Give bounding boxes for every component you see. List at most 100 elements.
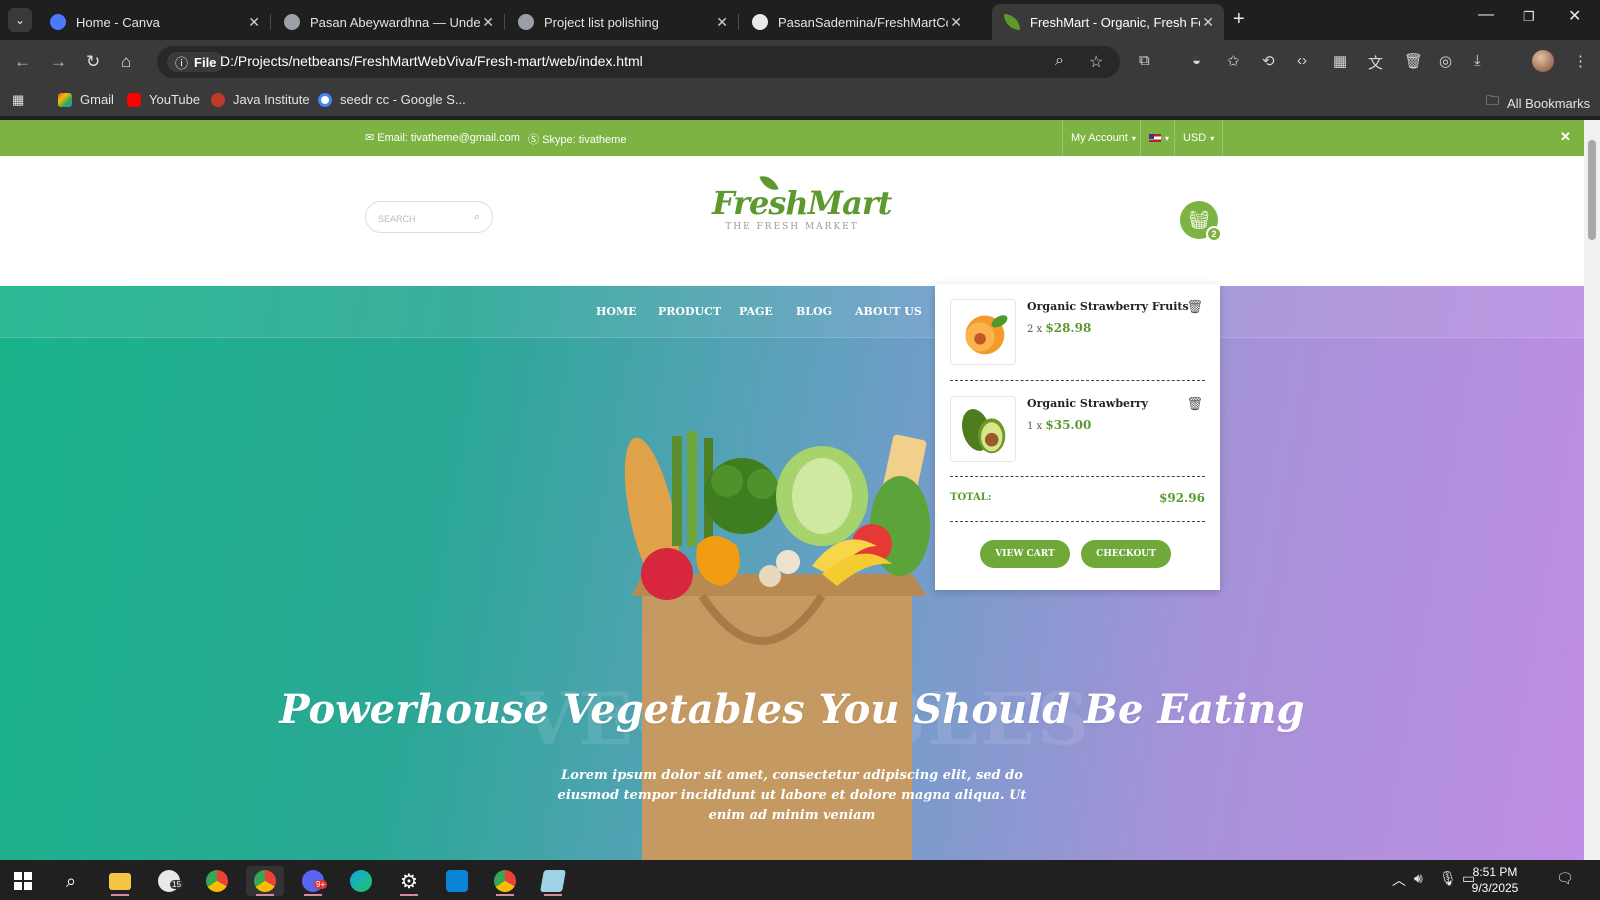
browser-tab-active[interactable]: FreshMart - Organic, Fresh Food ✕ [992,4,1224,40]
microphone-icon[interactable]: 🎙︎ [1439,870,1457,887]
cart-dropdown: Organic Strawberry Fruits 2 x $28.98 🗑︎ … [935,284,1220,590]
apricot-image[interactable] [950,299,1016,365]
start-button[interactable] [4,866,42,896]
info-icon: ⓘ [175,55,189,71]
file-label: File [194,54,217,70]
bookmark-star-icon[interactable]: ☆ [1089,52,1103,72]
trash-icon[interactable]: 🗑︎ [1186,299,1203,315]
settings-icon[interactable]: ⚙ [390,866,428,896]
vscode-icon[interactable] [438,866,476,896]
nav-page[interactable]: PAGE [739,305,773,318]
search-input[interactable]: SEARCH ⌕ [365,201,493,233]
download-icon[interactable]: ⤓ [1474,52,1481,69]
reload-icon[interactable]: ↻ [86,52,100,72]
nav-home[interactable]: HOME [596,305,637,318]
apps-icon[interactable]: ▦ [12,92,24,108]
page-scrollbar[interactable] [1584,120,1600,860]
close-tab-icon[interactable]: ✕ [1202,14,1214,31]
forward-icon[interactable]: → [50,52,67,72]
avocado-image[interactable] [950,396,1016,462]
browser-tab[interactable]: PasanSademina/FreshMartCom ✕ [740,4,972,40]
browser-tab[interactable]: Project list polishing ✕ [506,4,739,40]
all-bookmarks[interactable]: 🗀 All Bookmarks [1486,92,1590,114]
close-tab-icon[interactable]: ✕ [950,14,962,31]
edge-icon[interactable] [342,866,380,896]
nav-product[interactable]: PRODUCT [658,305,721,318]
address-bar[interactable]: ⓘ File D:/Projects/netbeans/FreshMartWeb… [157,46,1120,78]
site-header: SEARCH ⌕ FreshMart THE FRESH MARKET 🧺︎ 2 [0,156,1584,286]
notepad-icon[interactable] [534,866,572,896]
menu-icon[interactable]: ⋮ [1573,52,1588,70]
close-tab-icon[interactable]: ✕ [716,14,728,31]
browser-toolbar: ← → ↻ ⌂ ⓘ File D:/Projects/netbeans/Fres… [0,40,1600,84]
back-icon[interactable]: ← [14,52,31,72]
caret-down-icon: ▾ [1210,133,1215,143]
currency-dropdown[interactable]: USD ▾ [1174,120,1224,156]
clock-date: 9/3/2025 [1471,881,1519,895]
hero-title: Powerhouse Vegetables You Should Be Eati… [279,686,1305,733]
cart-item-name[interactable]: Organic Strawberry [1027,397,1148,410]
notifications-icon[interactable]: 🗨︎ [1556,870,1574,887]
file-explorer-icon[interactable] [101,866,139,896]
site-logo[interactable]: FreshMart THE FRESH MARKET [712,172,892,232]
bookmark-youtube[interactable]: YouTube [127,92,200,107]
restore-icon[interactable]: ❐ [1523,9,1535,25]
trash-icon[interactable]: 🗑︎ [1186,396,1203,412]
browser-tab-bar: ⌄ Home - Canva ✕ Pasan Abeywardhna — Und… [0,0,1600,40]
history-icon[interactable]: ⟲ [1262,52,1275,70]
tray-chevron-icon[interactable]: ︿ [1392,870,1406,890]
close-tab-icon[interactable]: ✕ [482,14,494,31]
search-placeholder: SEARCH [378,214,416,224]
browser-tab[interactable]: Home - Canva ✕ [38,4,271,40]
taskbar-clock[interactable]: 8:51 PM 9/3/2025 [1460,864,1530,896]
url-text[interactable]: D:/Projects/netbeans/FreshMartWebViva/Fr… [220,53,643,69]
chrome-active-icon[interactable] [246,866,284,896]
notification-badge: 9+ [314,880,328,889]
view-cart-button[interactable]: VIEW CART [980,540,1070,568]
window-close-icon[interactable]: ✕ [1568,6,1581,26]
checkout-button[interactable]: CHECKOUT [1081,540,1171,568]
chrome-profile-icon[interactable] [486,866,524,896]
whatsapp-icon[interactable]: 15 [150,866,188,896]
home-icon[interactable]: ⌂ [121,52,131,72]
bookmark-label: Gmail [80,92,114,107]
tab-title: Home - Canva [76,14,160,30]
browser-tab[interactable]: Pasan Abeywardhna — Undergraduate ✕ [272,4,505,40]
scrollbar-thumb[interactable] [1588,140,1596,240]
bookmark-java-institute[interactable]: Java Institute [211,92,310,107]
favorites-icon[interactable]: ✩ [1227,52,1240,70]
new-tab-button[interactable]: + [1233,8,1245,31]
profile-avatar[interactable] [1532,50,1554,72]
search-taskbar-icon[interactable]: ⌕ [52,866,90,896]
extensions-icon[interactable]: ⧉ [1139,52,1150,69]
leaf-icon [1004,14,1020,30]
zoom-icon[interactable]: ⌕ [1055,52,1064,70]
delete-icon[interactable]: 🗑︎ [1404,52,1423,70]
caret-down-icon: ▾ [1165,133,1170,143]
close-tab-icon[interactable]: ✕ [248,14,260,31]
translate-icon[interactable]: 文 [1368,52,1383,73]
discord-icon[interactable]: 9+ [294,866,332,896]
tab-search-button[interactable]: ⌄ [8,8,32,32]
incognito-icon[interactable]: ◒ [1192,52,1201,69]
site-info-button[interactable]: ⓘ File [167,52,225,72]
minimize-icon[interactable]: — [1478,6,1494,24]
volume-icon[interactable]: 🔊︎ [1414,870,1423,887]
language-dropdown[interactable]: ▾ [1140,120,1177,156]
layout-icon[interactable]: ▦ [1333,52,1347,70]
search-icon[interactable]: ⌕ [474,211,480,224]
total-label: TOTAL: [950,492,992,503]
nav-about-us[interactable]: ABOUT US [855,305,922,318]
topbar-close-icon[interactable]: ✕ [1560,129,1571,145]
nav-blog[interactable]: BLOG [796,305,832,318]
skype-contact: Ⓢ Skype: tivatheme [528,131,626,147]
cart-item-name[interactable]: Organic Strawberry Fruits [1027,300,1189,313]
bookmark-gmail[interactable]: Gmail [58,92,114,107]
cart-item-price: $35.00 [1045,418,1092,432]
my-account-dropdown[interactable]: My Account ▾ [1062,120,1144,156]
bookmark-seedr[interactable]: seedr cc - Google S... [318,92,466,107]
chrome-icon[interactable] [198,866,236,896]
java-icon [211,92,225,107]
devtools-icon[interactable]: ‹› [1297,52,1307,69]
screenshot-icon[interactable]: ◎ [1439,52,1452,70]
